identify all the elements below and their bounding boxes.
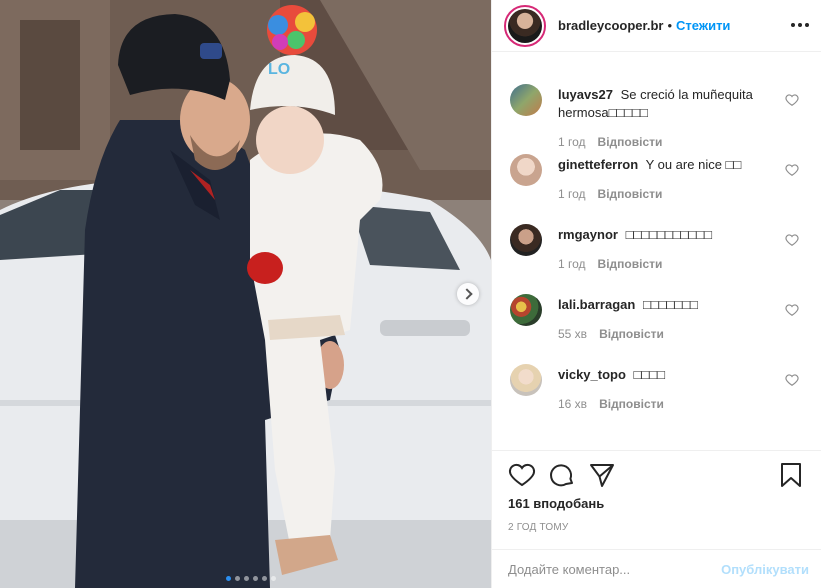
comment-text-block: rmgaynor □□□□□□□□□□□ — [558, 212, 821, 244]
comment-item: ginetteferron Y ou are nice □□ 1 год Від… — [492, 142, 821, 212]
action-icons — [508, 461, 805, 489]
carousel-dot — [234, 576, 240, 581]
like-comment-heart-icon[interactable] — [785, 93, 799, 107]
save-bookmark-icon[interactable] — [777, 461, 805, 489]
reply-button[interactable]: Відповісти — [599, 397, 664, 411]
comment-meta: 1 год Відповісти — [558, 187, 662, 201]
comment-text-block: luyavs27 Se creció la muñequita hermosa□… — [558, 72, 821, 122]
like-comment-heart-icon[interactable] — [785, 233, 799, 247]
comment-item: vicky_topo □□□□ 16 хв Відповісти — [492, 352, 821, 422]
commenter-username[interactable]: ginetteferron — [558, 157, 638, 172]
header-separator: • — [667, 18, 673, 33]
author-username[interactable]: bradleycooper.br — [558, 18, 663, 33]
comment-text-block: vicky_topo □□□□ — [558, 352, 821, 384]
carousel-dot — [252, 576, 258, 581]
commenter-avatar[interactable] — [510, 294, 542, 326]
comment-text: Y ou are nice □□ — [645, 157, 742, 172]
commenter-username[interactable]: vicky_topo — [558, 367, 626, 382]
comment-bubble-icon[interactable] — [548, 461, 576, 489]
comment-input[interactable] — [508, 562, 722, 577]
author-avatar[interactable] — [504, 4, 546, 47]
comment-meta: 1 год Відповісти — [558, 257, 662, 271]
follow-button[interactable]: Стежити — [676, 18, 730, 33]
reply-button[interactable]: Відповісти — [598, 187, 663, 201]
carousel-dots — [0, 576, 491, 581]
comment-text: □□□□□□□ — [642, 297, 698, 312]
like-heart-icon[interactable] — [508, 461, 536, 489]
carousel-dot — [243, 576, 249, 581]
commenter-username[interactable]: lali.barragan — [558, 297, 635, 312]
post-actions: 161 вподобань 2 год тому Опублікувати — [492, 450, 821, 588]
comment-meta: 55 хв Відповісти — [558, 327, 664, 341]
comment-item: lali.barragan □□□□□□□ 55 хв Відповісти — [492, 282, 821, 352]
carousel-dot — [225, 576, 231, 581]
share-paper-plane-icon[interactable] — [588, 461, 616, 489]
commenter-username[interactable]: rmgaynor — [558, 227, 618, 242]
comment-time: 55 хв — [558, 327, 588, 341]
post-image[interactable]: LO — [0, 0, 491, 588]
commenter-avatar[interactable] — [510, 364, 542, 396]
publish-comment-button[interactable]: Опублікувати — [721, 562, 809, 577]
comment-time: 1 год — [558, 257, 586, 271]
comment-text-block: lali.barragan □□□□□□□ — [558, 282, 821, 314]
add-comment-bar: Опублікувати — [492, 549, 821, 588]
commenter-avatar[interactable] — [510, 84, 542, 116]
likes-count[interactable]: 161 вподобань — [508, 496, 604, 511]
comment-meta: 16 хв Відповісти — [558, 397, 664, 411]
carousel-next-button[interactable] — [457, 283, 479, 305]
comment-item: rmgaynor □□□□□□□□□□□ 1 год Відповісти — [492, 212, 821, 282]
carousel-dot — [261, 576, 267, 581]
post-header: bradleycooper.br • Стежити — [492, 0, 821, 52]
commenter-avatar[interactable] — [510, 154, 542, 186]
reply-button[interactable]: Відповісти — [598, 257, 663, 271]
commenter-username[interactable]: luyavs27 — [558, 87, 613, 102]
like-comment-heart-icon[interactable] — [785, 303, 799, 317]
comments-list: luyavs27 Se creció la muñequita hermosa□… — [492, 72, 821, 450]
comment-text-block: ginetteferron Y ou are nice □□ — [558, 142, 821, 174]
carousel-dot — [270, 576, 276, 581]
svg-text:LO: LO — [268, 61, 290, 78]
comment-time: 16 хв — [558, 397, 588, 411]
reply-button[interactable]: Відповісти — [599, 327, 664, 341]
comment-text: □□□□□□□□□□□ — [625, 227, 712, 242]
post-timestamp[interactable]: 2 год тому — [508, 522, 568, 533]
post-side-panel: bradleycooper.br • Стежити luyavs27 Se c… — [491, 0, 821, 588]
more-options-icon[interactable] — [791, 18, 809, 32]
post-photo: LO — [0, 0, 491, 588]
comment-time: 1 год — [558, 187, 586, 201]
comment-item: luyavs27 Se creció la muñequita hermosa□… — [492, 72, 821, 149]
like-comment-heart-icon[interactable] — [785, 163, 799, 177]
like-comment-heart-icon[interactable] — [785, 373, 799, 387]
commenter-avatar[interactable] — [510, 224, 542, 256]
comment-text: □□□□ — [633, 367, 665, 382]
